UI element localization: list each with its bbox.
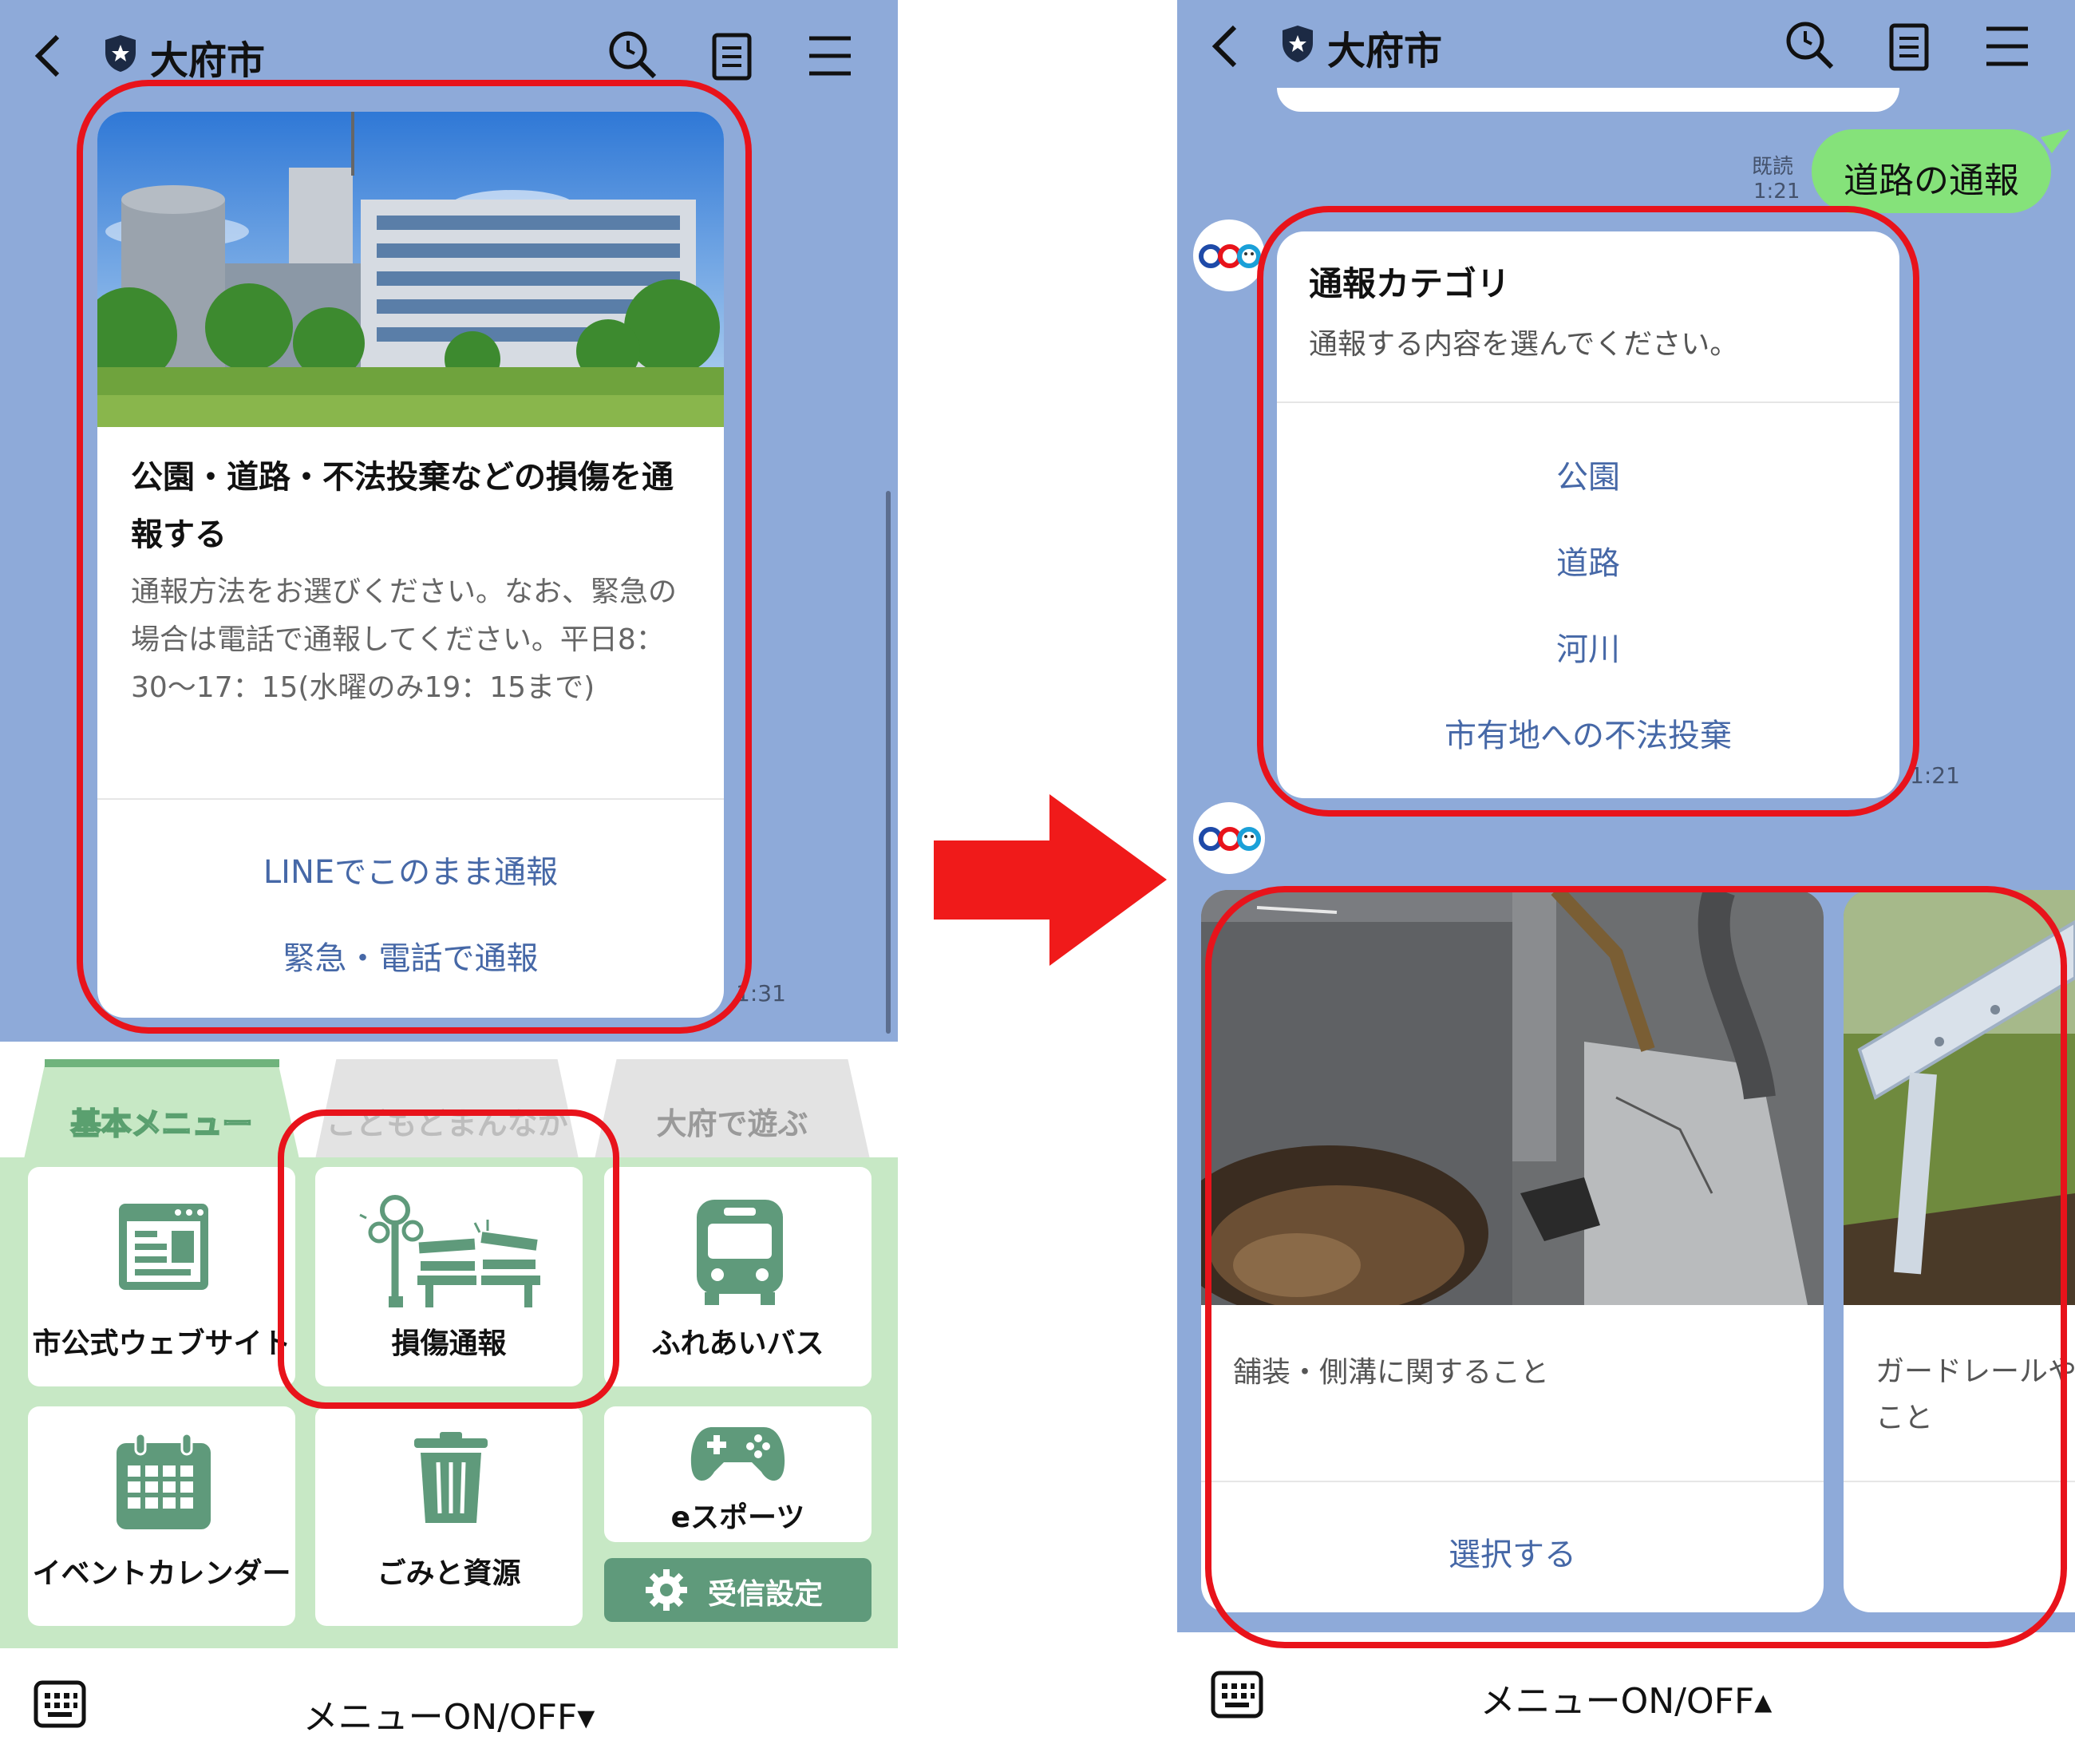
- verified-shield-icon: [105, 35, 136, 72]
- arrow-right-icon: [934, 794, 1167, 966]
- search-icon[interactable]: [607, 29, 658, 80]
- highlight-tile-outline: [278, 1109, 619, 1409]
- highlight-category-outline: [1257, 206, 1919, 817]
- tile-label: ふれあいバス: [651, 1327, 824, 1360]
- gear-icon: [646, 1569, 687, 1611]
- user-message-text: 道路の通報: [1844, 160, 2019, 201]
- chat-title: 大府市: [150, 38, 266, 83]
- right-phone-screen: 大府市 既読 1:21 道路の通報 通報カテゴリ 通報する内容を選んでください。…: [1177, 0, 2075, 1764]
- bot-avatar: [1193, 802, 1265, 874]
- tile-official-website[interactable]: 市公式ウェブサイト: [28, 1167, 295, 1386]
- tile-label: イベントカレンダー: [32, 1557, 291, 1590]
- tab-basic-menu-stripe: [45, 1059, 279, 1067]
- tile-label: ごみと資源: [377, 1557, 521, 1590]
- read-receipt: 既読: [1752, 155, 1794, 179]
- back-icon[interactable]: [1209, 22, 1241, 70]
- settings-label: 受信設定: [708, 1578, 824, 1611]
- hamburger-menu-icon[interactable]: [804, 30, 856, 81]
- game-controller-icon: [690, 1427, 785, 1481]
- scrollbar[interactable]: [886, 491, 891, 1034]
- chat-title: 大府市: [1327, 29, 1443, 73]
- user-message-time: 1:21: [1753, 180, 1800, 204]
- tile-label: 市公式ウェブサイト: [32, 1327, 291, 1360]
- obu-logo-icon: [1199, 244, 1261, 268]
- menu-toggle-button[interactable]: メニューON/OFF▴: [1177, 1672, 2075, 1723]
- notes-icon[interactable]: [1883, 21, 1935, 72]
- verified-shield-icon: [1283, 26, 1313, 62]
- tab-basic-menu-label: 基本メニュー: [69, 1105, 253, 1142]
- tile-esports[interactable]: eスポーツ: [604, 1406, 872, 1542]
- bubble-tail: [2041, 129, 2069, 153]
- search-icon[interactable]: [1784, 19, 1835, 70]
- left-phone-screen: 大府市 公園・道路・不法投棄などの損傷を通報する 通報方法をお選びください。なお…: [0, 0, 898, 1764]
- menu-toggle-button[interactable]: メニューON/OFF▾: [0, 1688, 898, 1739]
- browser-icon: [119, 1204, 208, 1290]
- obu-logo-icon: [1199, 827, 1261, 851]
- tile-fureai-bus[interactable]: ふれあいバス: [604, 1167, 872, 1386]
- highlight-card-outline: [77, 80, 752, 1034]
- calendar-icon: [117, 1432, 211, 1529]
- user-message-bubble: 道路の通報: [1812, 129, 2051, 213]
- back-icon[interactable]: [32, 32, 64, 80]
- tile-garbage[interactable]: ごみと資源: [315, 1406, 583, 1626]
- chat-header: 大府市: [1177, 0, 2075, 98]
- bottom-bar: メニューON/OFF▾: [0, 1648, 898, 1764]
- trash-can-icon: [414, 1432, 488, 1523]
- highlight-carousel-outline: [1205, 886, 2067, 1648]
- tile-label: eスポーツ: [670, 1501, 805, 1534]
- tab-asobu-label: 大府で遊ぶ: [656, 1106, 808, 1141]
- bot-avatar: [1193, 220, 1265, 291]
- previous-message-edge: [1277, 88, 1899, 112]
- category-message-time: 1:21: [1910, 762, 1960, 789]
- bus-icon: [697, 1200, 783, 1305]
- hamburger-menu-icon[interactable]: [1982, 21, 2033, 72]
- tile-event-calendar[interactable]: イベントカレンダー: [28, 1406, 295, 1626]
- notification-settings-button[interactable]: 受信設定: [604, 1558, 872, 1622]
- notes-icon[interactable]: [706, 30, 757, 81]
- bottom-bar: メニューON/OFF▴: [1177, 1632, 2075, 1764]
